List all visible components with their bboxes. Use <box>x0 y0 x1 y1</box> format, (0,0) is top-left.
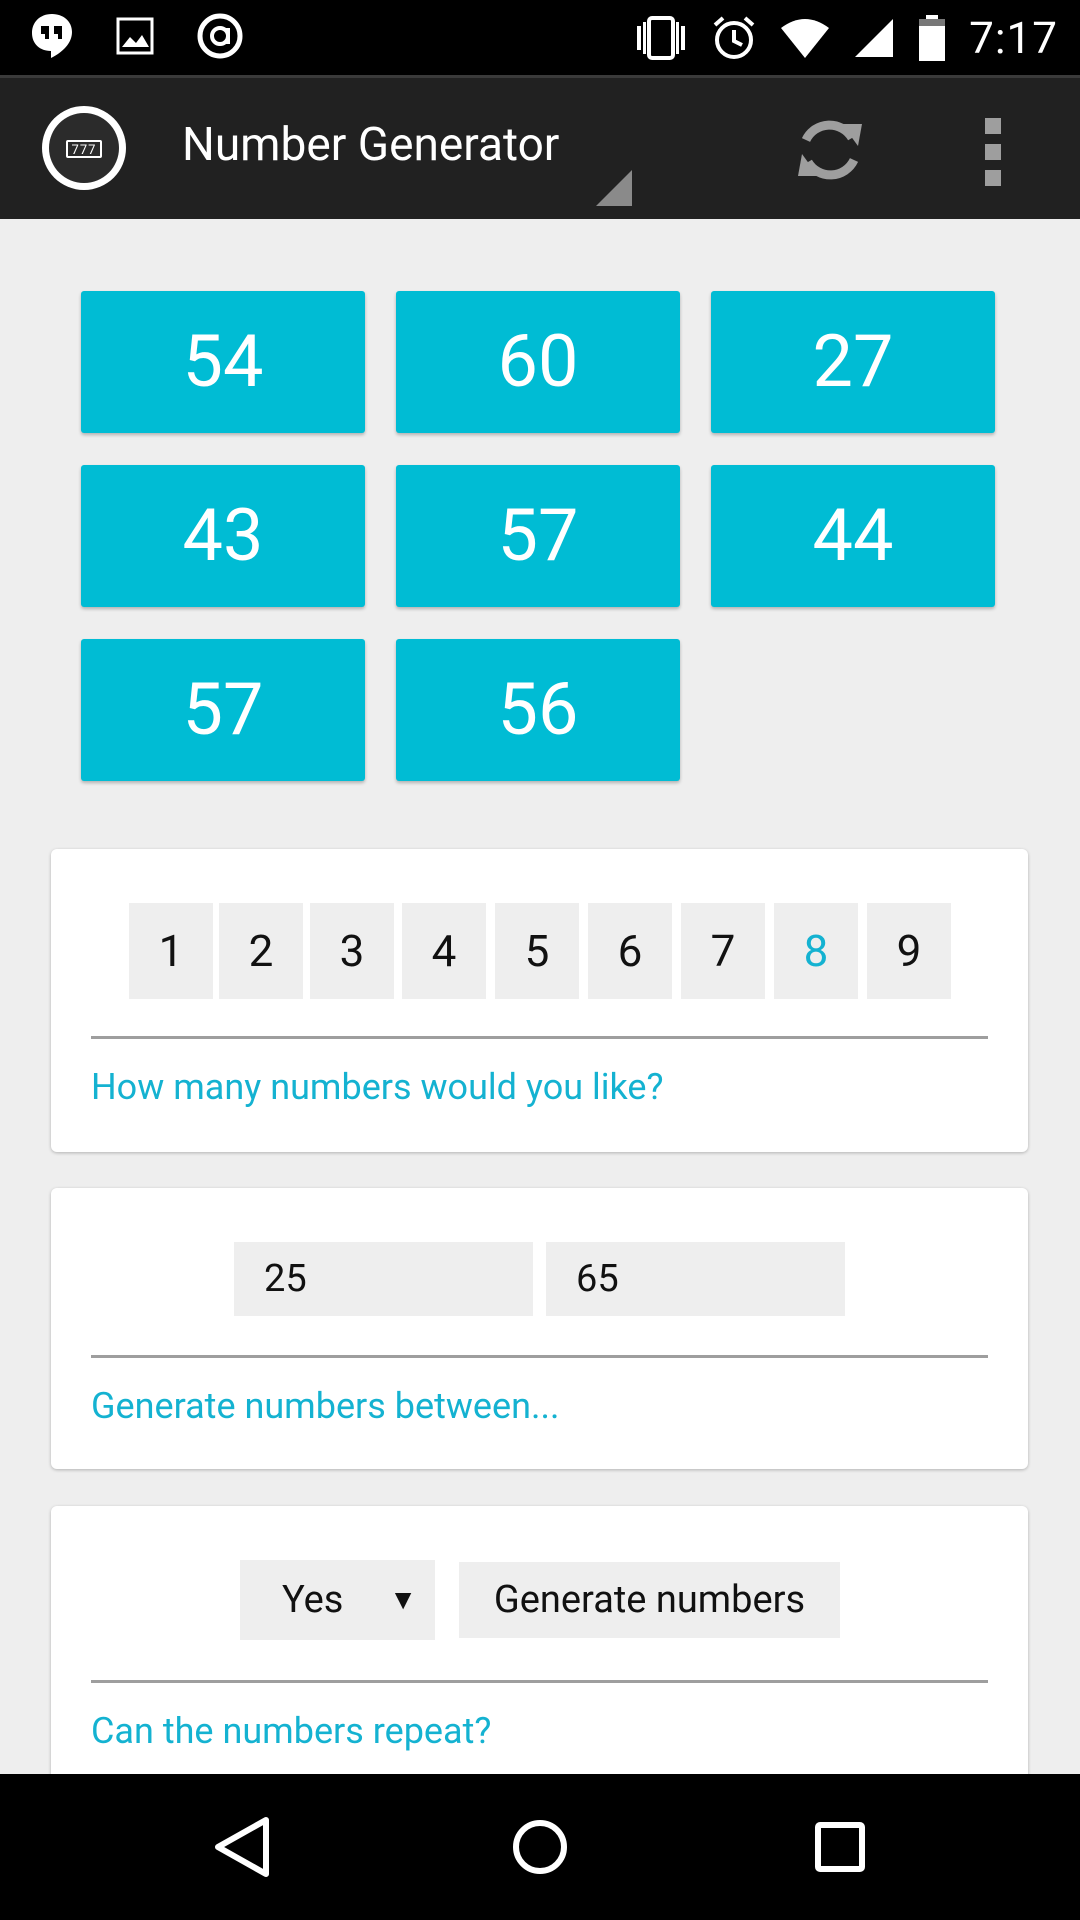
range-max-input[interactable]: 65 <box>546 1242 845 1316</box>
alarm-icon <box>713 16 755 59</box>
count-option-9[interactable]: 9 <box>867 903 951 999</box>
result-number: 54 <box>81 291 365 433</box>
app-logo-text: 777 <box>66 140 102 158</box>
repeat-select[interactable]: Yes ▼ <box>240 1560 435 1640</box>
wifi-icon <box>781 19 830 58</box>
repeat-select-value: Yes <box>282 1578 344 1622</box>
generate-numbers-button[interactable]: Generate numbers <box>459 1562 840 1638</box>
repeat-card: Yes ▼ Generate numbers Can the numbers r… <box>51 1506 1028 1806</box>
count-option-4[interactable]: 4 <box>402 903 486 999</box>
result-number: 44 <box>711 465 995 607</box>
recents-icon[interactable] <box>810 1814 870 1880</box>
result-number: 56 <box>396 639 680 781</box>
result-number: 27 <box>711 291 995 433</box>
count-card: 1 2 3 4 5 6 7 8 9 How many numbers would… <box>51 849 1028 1152</box>
battery-icon <box>919 15 946 61</box>
divider <box>91 1355 988 1358</box>
count-option-6[interactable]: 6 <box>588 903 672 999</box>
count-option-2[interactable]: 2 <box>219 903 303 999</box>
divider <box>91 1036 988 1039</box>
divider <box>91 1680 988 1683</box>
app-title[interactable]: Number Generator <box>182 118 559 172</box>
result-number: 60 <box>396 291 680 433</box>
clock-time: 7:17 <box>969 12 1058 64</box>
circle-a-icon <box>197 13 243 59</box>
count-option-8[interactable]: 8 <box>774 903 858 999</box>
range-min-input[interactable]: 25 <box>234 1242 533 1316</box>
result-number: 57 <box>81 639 365 781</box>
home-icon[interactable] <box>510 1814 570 1880</box>
count-caption: How many numbers would you like? <box>91 1066 664 1108</box>
dropdown-arrow-icon: ▼ <box>389 1583 417 1616</box>
result-number: 43 <box>81 465 365 607</box>
image-icon <box>116 17 154 55</box>
result-number: 57 <box>396 465 680 607</box>
overflow-menu-icon[interactable] <box>985 118 1003 196</box>
range-caption: Generate numbers between... <box>91 1385 560 1427</box>
hangouts-icon <box>32 14 72 58</box>
signal-icon <box>855 19 894 57</box>
count-option-7[interactable]: 7 <box>681 903 765 999</box>
count-option-5[interactable]: 5 <box>495 903 579 999</box>
count-option-3[interactable]: 3 <box>310 903 394 999</box>
action-bar: 777 Number Generator <box>0 75 1080 219</box>
refresh-icon[interactable] <box>790 110 870 190</box>
app-logo-icon[interactable]: 777 <box>42 106 126 190</box>
count-option-1[interactable]: 1 <box>129 903 213 999</box>
spinner-indicator-icon[interactable] <box>596 170 632 206</box>
repeat-caption: Can the numbers repeat? <box>91 1710 492 1752</box>
status-bar: 7:17 <box>0 0 1080 75</box>
navigation-bar <box>0 1774 1080 1920</box>
back-icon[interactable] <box>212 1814 272 1880</box>
range-card: 25 65 Generate numbers between... <box>51 1188 1028 1469</box>
vibrate-icon <box>637 16 686 60</box>
